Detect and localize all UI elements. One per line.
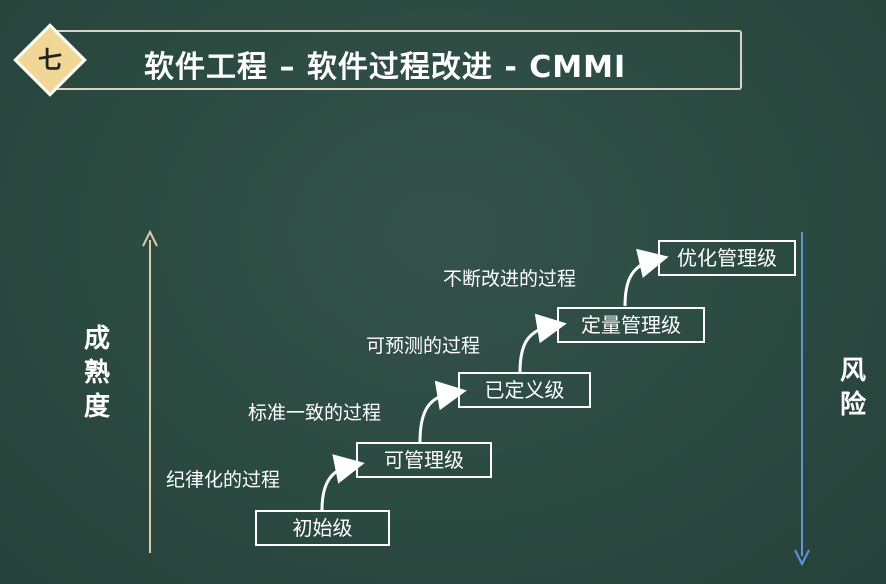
connector-2 <box>418 380 467 443</box>
level-optimizing: 优化管理级 <box>658 240 796 276</box>
connector-3 <box>518 313 567 373</box>
diagram-arrows <box>142 229 810 567</box>
transition-label-3: 可预测的过程 <box>366 335 481 357</box>
level-initial: 初始级 <box>255 510 390 546</box>
transition-label-4: 不断改进的过程 <box>443 268 577 290</box>
connector-4 <box>623 248 669 307</box>
connector-1 <box>320 454 365 511</box>
transition-label-1: 纪律化的过程 <box>166 469 281 491</box>
transition-label-2: 标准一致的过程 <box>248 402 382 424</box>
level-quantitative: 定量管理级 <box>557 307 705 343</box>
level-managed: 可管理级 <box>356 442 492 478</box>
level-defined: 已定义级 <box>458 372 591 408</box>
